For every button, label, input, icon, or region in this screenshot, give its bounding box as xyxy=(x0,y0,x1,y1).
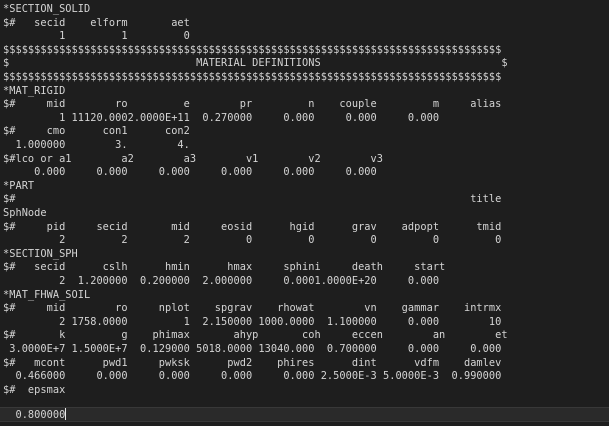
editor-line: $#lco or a1 a2 a3 v1 v2 v3 xyxy=(3,152,383,165)
editor-line: $# secid elform aet xyxy=(3,16,190,29)
editor-line: *MAT_FHWA_SOIL xyxy=(3,288,91,301)
editor-line: $ MATERIAL DEFINITIONS $ xyxy=(3,57,508,70)
current-line-highlight xyxy=(0,407,609,422)
editor-line: $# pid secid mid eosid hgid grav adpopt … xyxy=(3,220,502,233)
editor-line: *MAT_RIGID xyxy=(3,84,66,97)
editor-line: $# mcont pwd1 pwksk pwd2 phires dint vdf… xyxy=(3,356,502,369)
editor-line-text: 0.800000 xyxy=(3,409,66,421)
editor-line-current[interactable]: 0.800000 xyxy=(3,408,67,422)
editor-line: 0.466000 0.000 0.000 0.000 0.000 2.5000E… xyxy=(3,370,502,383)
text-editor[interactable]: *SECTION_SOLID $# secid elform aet 1 1 0… xyxy=(0,0,609,426)
editor-line: *PART xyxy=(3,179,35,192)
editor-line: *SECTION_SPH xyxy=(3,247,78,260)
editor-line: 2 1758.0000 1 2.150000 1000.0000 1.10000… xyxy=(3,315,502,328)
editor-line: *SECTION_SOLID xyxy=(3,3,91,15)
editor-line: 0.000 0.000 0.000 0.000 0.000 0.000 xyxy=(3,166,377,179)
editor-line: SphNode xyxy=(3,207,47,219)
text-cursor xyxy=(65,408,67,420)
editor-line: $# mid ro e pr n couple m alias xyxy=(3,98,502,111)
editor-line: $# mid ro nplot spgrav rhowat vn gammar … xyxy=(3,302,502,315)
editor-line: $$$$$$$$$$$$$$$$$$$$$$$$$$$$$$$$$$$$$$$$… xyxy=(3,43,502,56)
editor-line: 2 2 2 0 0 0 0 0 xyxy=(3,234,502,247)
editor-line: 1 1 0 xyxy=(3,30,190,43)
editor-line: 1 11120.0002.0000E+11 0.270000 0.000 0.0… xyxy=(3,111,440,124)
editor-line: $$$$$$$$$$$$$$$$$$$$$$$$$$$$$$$$$$$$$$$$… xyxy=(3,71,502,83)
editor-line: 1.000000 3. 4. xyxy=(3,139,190,151)
editor-line: $# k g phimax ahyp coh eccen an et xyxy=(3,329,508,342)
editor-line: $# epsmax xyxy=(3,383,66,396)
editor-line: $# title xyxy=(3,193,502,206)
editor-line: 2 1.200000 0.200000 2.000000 0.0001.0000… xyxy=(3,275,440,287)
editor-line: $# cmo con1 con2 xyxy=(3,125,190,138)
editor-line: $# secid cslh hmin hmax sphini death sta… xyxy=(3,261,446,274)
editor-line: 3.0000E+7 1.5000E+7 0.129000 5018.0000 1… xyxy=(3,343,502,355)
